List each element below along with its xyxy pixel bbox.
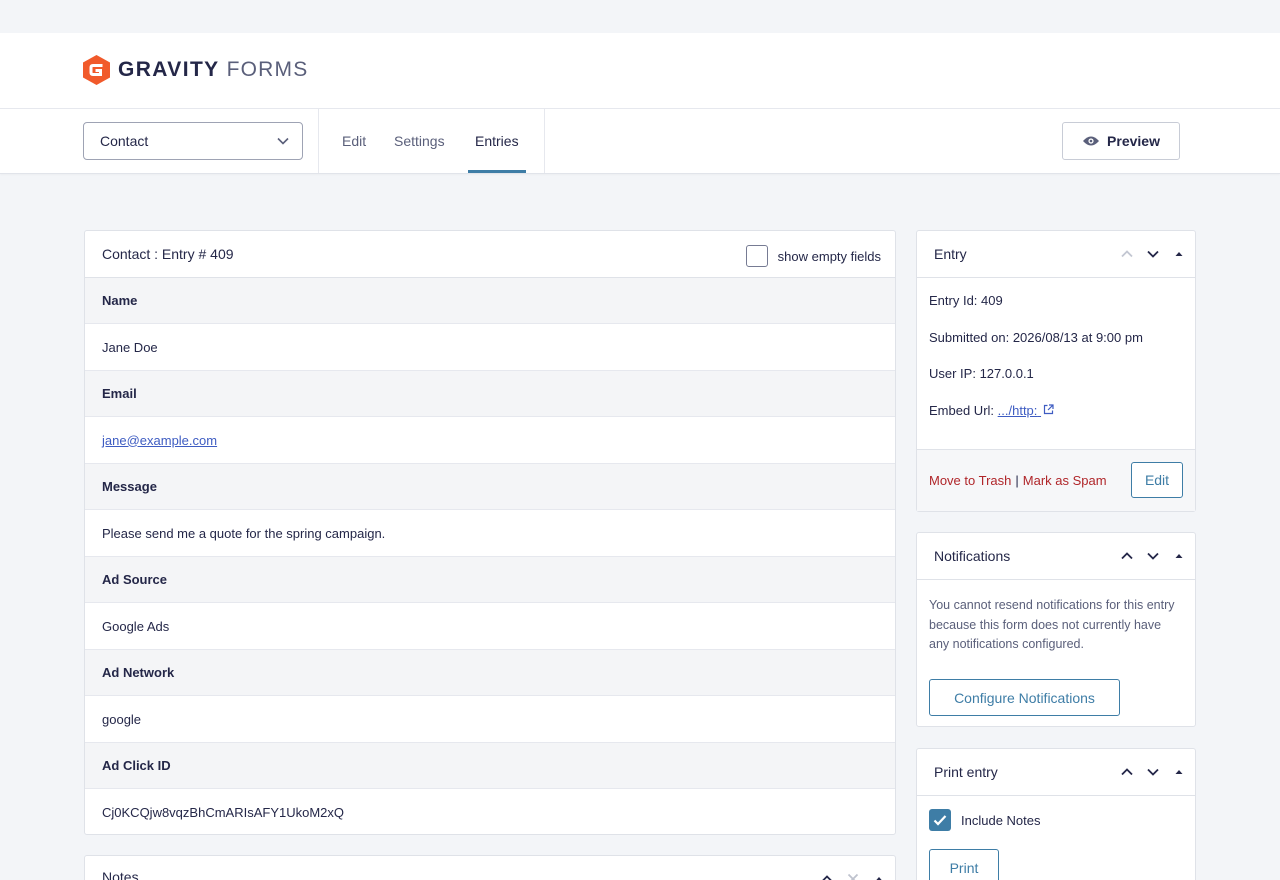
logo-wordmark-gravity: GRAVITY — [118, 58, 220, 81]
field-value: Cj0KCQjw8vqzBhCmARIsAFY1UkoM2xQ — [85, 789, 895, 834]
edit-entry-button[interactable]: Edit — [1131, 462, 1183, 498]
move-down-icon[interactable] — [1145, 764, 1161, 780]
move-up-icon[interactable] — [1119, 246, 1135, 262]
move-up-icon[interactable] — [1119, 548, 1135, 564]
include-notes-toggle[interactable]: Include Notes — [929, 809, 1041, 831]
preview-button-label: Preview — [1107, 133, 1160, 149]
field-label: Message — [85, 464, 895, 510]
entry-id: Entry Id: 409 — [929, 293, 1003, 308]
eye-icon — [1083, 136, 1100, 146]
checkmark-icon — [933, 815, 947, 826]
embed-url-link-text: .../http: — [997, 402, 1038, 418]
include-notes-checkbox[interactable] — [929, 809, 951, 831]
tab-edit-label: Edit — [342, 133, 367, 149]
print-entry-controls — [1119, 764, 1187, 780]
notifications-controls — [1119, 548, 1187, 564]
configure-notifications-button[interactable]: Configure Notifications — [929, 679, 1120, 716]
field-label: Ad Source — [85, 557, 895, 603]
gravity-forms-logo: GRAVITY FORMS — [83, 55, 308, 85]
collapse-toggle-icon[interactable] — [871, 871, 887, 880]
notifications-box: Notifications You cannot resend notifica… — [916, 532, 1196, 727]
field-value: google — [85, 696, 895, 743]
notes-card-title: Notes — [102, 869, 139, 880]
chevron-down-icon — [277, 137, 289, 145]
field-label: Ad Network — [85, 650, 895, 696]
tab-entries-label: Entries — [475, 133, 519, 149]
field-value: jane@example.com — [85, 417, 895, 464]
external-link-icon — [1043, 403, 1054, 414]
notes-card-controls — [819, 871, 887, 880]
field-label: Email — [85, 371, 895, 417]
field-label: Ad Click ID — [85, 743, 895, 789]
toolbar-divider — [544, 109, 545, 173]
show-empty-fields-label: show empty fields — [777, 248, 881, 264]
form-switcher-select[interactable]: Contact — [83, 122, 303, 160]
move-down-icon[interactable] — [1145, 246, 1161, 262]
gravity-forms-logo-icon — [83, 55, 110, 85]
actions-separator: | — [1015, 473, 1019, 488]
print-button[interactable]: Print — [929, 849, 999, 880]
tab-entries[interactable]: Entries — [468, 109, 526, 173]
print-entry-title: Print entry — [934, 764, 998, 780]
notes-card-header: Notes — [85, 856, 895, 880]
field-value: Google Ads — [85, 603, 895, 650]
tab-edit[interactable]: Edit — [342, 109, 366, 173]
collapse-toggle-icon[interactable] — [1171, 764, 1187, 780]
logo-wordmark-forms: FORMS — [226, 58, 309, 81]
notifications-header: Notifications — [917, 533, 1195, 580]
show-empty-fields-toggle[interactable]: show empty fields — [745, 245, 881, 267]
entry-info-body: Entry Id: 409 Submitted on: 2026/08/13 a… — [917, 278, 1195, 439]
include-notes-label: Include Notes — [961, 812, 1041, 828]
toolbar-divider — [318, 109, 319, 173]
entry-info-controls — [1119, 246, 1187, 262]
embed-url-row: Embed Url: .../http: — [929, 403, 1183, 440]
entry-info-title: Entry — [934, 246, 967, 262]
entry-info-header: Entry — [917, 231, 1195, 278]
collapse-toggle-icon[interactable] — [1171, 246, 1187, 262]
user-ip: User IP: 127.0.0.1 — [929, 366, 1034, 381]
email-link[interactable]: jane@example.com — [102, 433, 217, 448]
mark-as-spam-link[interactable]: Mark as Spam — [1023, 473, 1107, 488]
move-to-trash-link[interactable]: Move to Trash — [929, 473, 1011, 488]
entry-detail-title: Contact : Entry # 409 — [102, 246, 234, 262]
print-entry-header: Print entry — [917, 749, 1195, 796]
form-toolbar: Contact Edit Settings Entries Preview — [0, 109, 1280, 174]
admin-top-strip — [0, 0, 1280, 33]
field-value: Please send me a quote for the spring ca… — [85, 510, 895, 557]
embed-url-link[interactable]: .../http: — [998, 403, 1054, 418]
entry-detail-header: Contact : Entry # 409 show empty fields — [85, 231, 895, 278]
entry-detail-card: Contact : Entry # 409 show empty fields … — [84, 230, 896, 835]
embed-url-label: Embed Url: — [929, 402, 995, 418]
move-down-icon[interactable] — [1145, 548, 1161, 564]
entry-info-box: Entry Entry Id: 409 Submitted on: 2026/0… — [916, 230, 1196, 512]
notifications-title: Notifications — [934, 548, 1011, 564]
notes-card: Notes — [84, 855, 896, 880]
submitted-on: Submitted on: 2026/08/13 at 9:00 pm — [929, 329, 1143, 345]
move-up-icon[interactable] — [1119, 764, 1135, 780]
preview-button[interactable]: Preview — [1062, 122, 1180, 160]
print-entry-box: Print entry Include Notes Print — [916, 748, 1196, 880]
brand-header: GRAVITY FORMS — [0, 33, 1280, 109]
notifications-message: You cannot resend notifications for this… — [929, 598, 1175, 651]
tab-settings-label: Settings — [394, 133, 445, 149]
tab-settings[interactable]: Settings — [394, 109, 445, 173]
entry-actions: Move to Trash | Mark as Spam Edit — [917, 449, 1195, 511]
close-icon[interactable] — [845, 871, 861, 880]
field-value: Jane Doe — [85, 324, 895, 371]
chevron-up-icon[interactable] — [819, 871, 835, 880]
show-empty-fields-checkbox[interactable] — [745, 245, 768, 267]
form-switcher-value: Contact — [100, 133, 149, 149]
field-label: Name — [85, 278, 895, 324]
collapse-toggle-icon[interactable] — [1171, 548, 1187, 564]
